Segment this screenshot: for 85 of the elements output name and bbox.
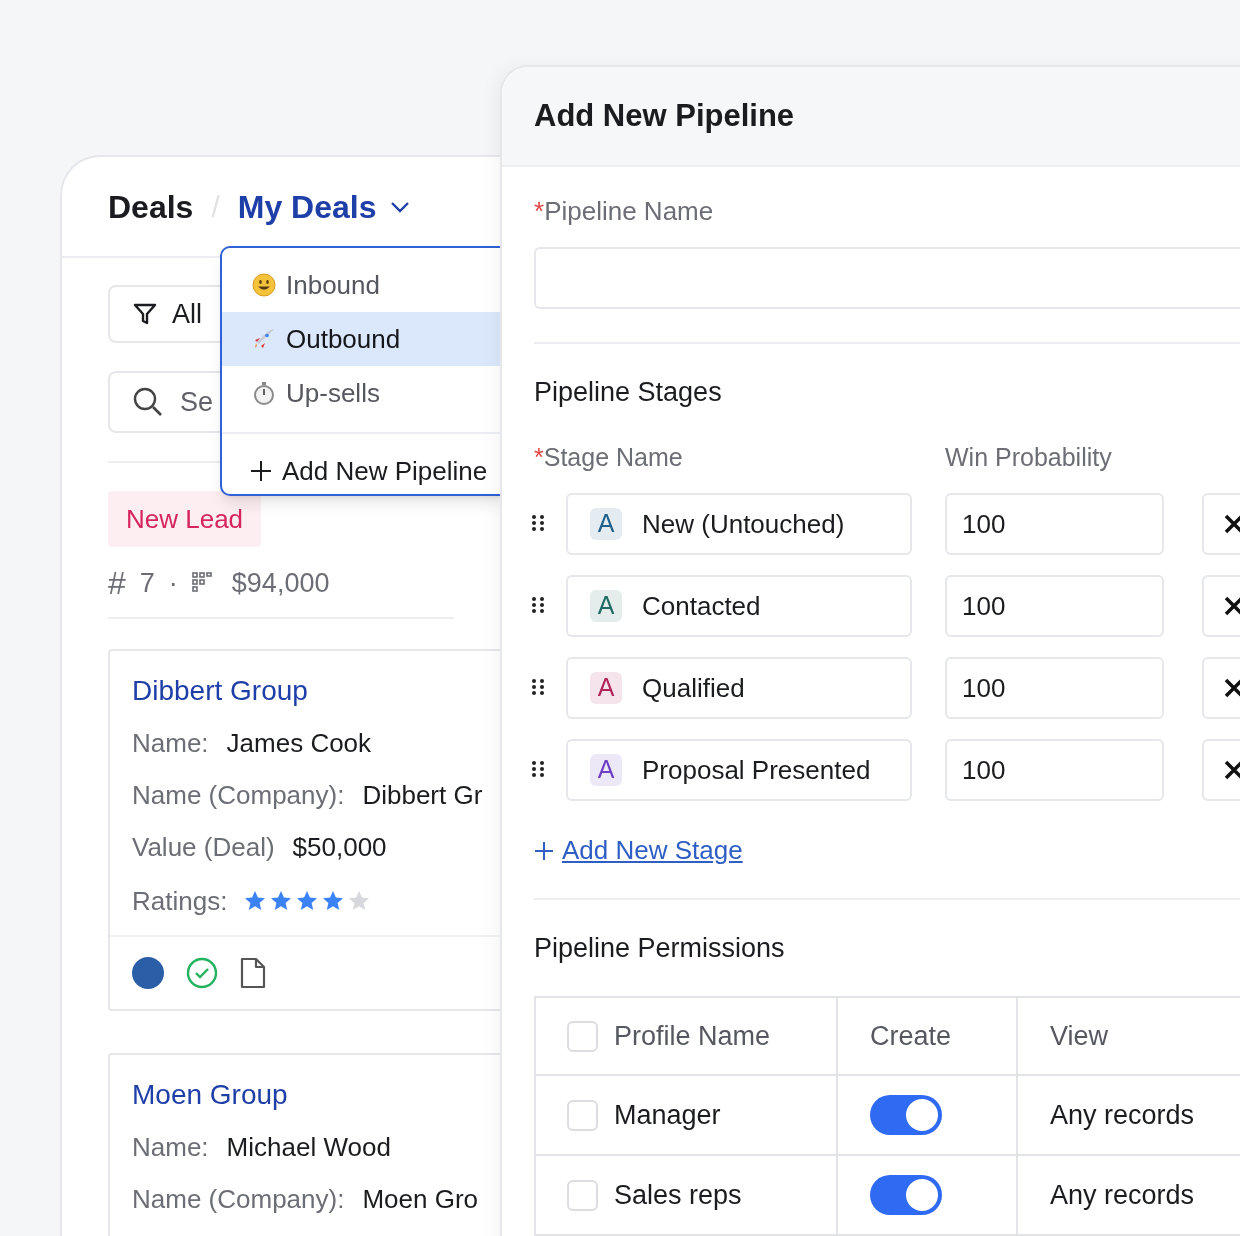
stage-name-field[interactable]: A Contacted [566, 575, 912, 637]
probability-field[interactable]: 100 [945, 493, 1164, 555]
stage-initial: A [590, 590, 622, 622]
stage-name-field[interactable]: A Qualified [566, 657, 912, 719]
field-value: Moen Gro [362, 1182, 478, 1216]
smiley-icon [252, 273, 276, 297]
avatar[interactable] [132, 957, 164, 989]
star-icon [321, 889, 346, 913]
deal-total: $94,000 [231, 566, 330, 600]
field-label: Name: [132, 726, 209, 760]
search-input[interactable]: Se [180, 381, 220, 423]
drag-handle-icon[interactable] [531, 760, 545, 780]
check-circle-icon[interactable] [186, 957, 218, 989]
stage-name-text: New (Untouched) [642, 507, 845, 541]
probability-field[interactable]: 100 [945, 657, 1164, 719]
field-label: Value (Deal) [132, 830, 275, 864]
star-icon [269, 889, 294, 913]
view-access: Any records [1050, 1178, 1195, 1212]
company-link[interactable]: Moen Group [132, 1075, 500, 1115]
close-icon [1224, 760, 1240, 780]
star-icon [295, 889, 320, 913]
field-value: Dibbert Gr [362, 778, 483, 812]
document-icon[interactable] [240, 957, 266, 989]
drag-handle-icon[interactable] [531, 514, 545, 534]
stage-initial: A [590, 754, 622, 786]
rocket-icon [252, 327, 276, 351]
drag-handle-icon[interactable] [531, 678, 545, 698]
add-stage-link[interactable]: Add New Stage [562, 831, 743, 870]
drag-handle-icon[interactable] [531, 596, 545, 616]
field-label: Name (Company): [132, 778, 345, 812]
chevron-down-icon [390, 200, 411, 213]
close-icon [1224, 678, 1240, 698]
stage-name-field[interactable]: A Proposal Presented [566, 739, 912, 801]
field-value: James Cook [226, 726, 372, 760]
breadcrumb-separator: / [211, 189, 220, 225]
probability-field[interactable]: 100 [945, 575, 1164, 637]
filter-icon [132, 301, 158, 327]
field-label: Name (Company): [132, 1182, 345, 1216]
deal-count: 7 [139, 566, 155, 600]
section-title: Pipeline Permissions [534, 932, 786, 965]
stage-name-text: Proposal Presented [642, 753, 871, 787]
stage-initial: A [590, 508, 622, 540]
stage-name-text: Qualified [642, 671, 745, 705]
stage-name-field[interactable]: A New (Untouched) [566, 493, 912, 555]
pipeline-name-input[interactable] [534, 247, 1240, 309]
column-header: Profile Name [614, 1019, 771, 1053]
toggle-switch[interactable] [870, 1095, 942, 1135]
star-icon [243, 889, 268, 913]
column-label: Win Probability [945, 442, 1112, 474]
star-icon [347, 889, 372, 913]
section-title: Pipeline Stages [534, 376, 723, 409]
toggle-switch[interactable] [870, 1175, 942, 1215]
plus-icon [534, 840, 554, 861]
stopwatch-icon [252, 381, 276, 405]
pipeline-selector[interactable]: My Deals [237, 182, 411, 231]
breadcrumb-root[interactable]: Deals [108, 182, 194, 231]
required-mark: * [534, 442, 544, 474]
checkbox[interactable] [567, 1020, 598, 1052]
profile-name: Manager [614, 1098, 721, 1132]
probability-field[interactable]: 100 [945, 739, 1164, 801]
stage-initial: A [590, 672, 622, 704]
hash-symbol: # [108, 564, 126, 603]
field-label: Name: [132, 1130, 209, 1164]
column-header: View [1050, 1019, 1109, 1053]
field-value: Michael Wood [226, 1130, 391, 1164]
column-header: Create [870, 1019, 952, 1053]
view-access: Any records [1050, 1098, 1195, 1132]
field-label: Pipeline Name [544, 194, 714, 228]
dialog-title: Add New Pipeline [534, 96, 795, 135]
plus-icon [250, 460, 272, 482]
field-value: $50,000 [292, 830, 387, 864]
grid-icon [191, 572, 214, 594]
stage-name-text: Contacted [642, 589, 761, 623]
column-label: Stage Name [543, 442, 683, 474]
dot-separator: · [168, 566, 178, 600]
field-label: Ratings: [132, 884, 228, 918]
company-link[interactable]: Dibbert Group [132, 671, 500, 711]
close-icon [1224, 596, 1240, 616]
checkbox[interactable] [567, 1099, 598, 1131]
profile-name: Sales reps [614, 1178, 742, 1212]
required-mark: * [534, 194, 545, 228]
stage-tag: New Lead [108, 491, 262, 547]
checkbox[interactable] [567, 1179, 598, 1211]
search-icon [132, 386, 164, 418]
close-icon [1224, 514, 1240, 534]
